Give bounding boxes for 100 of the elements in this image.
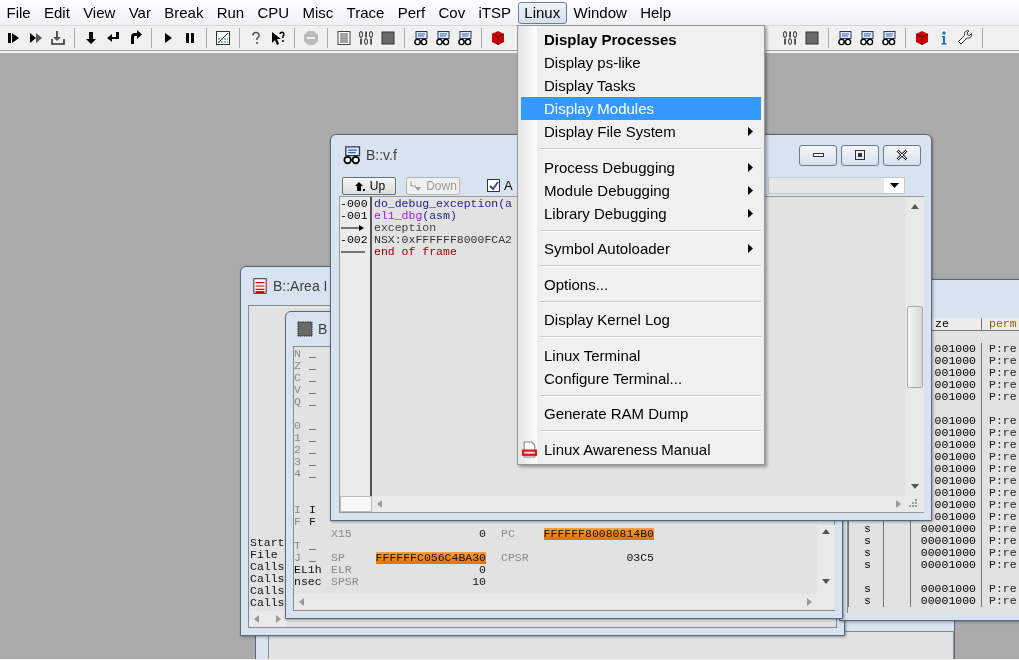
table-cell: 001000 xyxy=(934,438,976,451)
menu-item[interactable]: Options... xyxy=(521,272,761,296)
log-line: File xyxy=(250,549,278,561)
table-cell: P:re xyxy=(989,582,1017,595)
log-line: Start xyxy=(250,537,285,549)
menu-item[interactable]: CPU xyxy=(251,1,296,24)
minimize-button[interactable] xyxy=(799,144,837,166)
menu-item[interactable]: Display Processes xyxy=(521,28,761,51)
flag-name: 3 xyxy=(294,456,301,468)
scrollbar[interactable] xyxy=(906,197,924,496)
table-cell: 001000 xyxy=(934,414,976,427)
menu-item[interactable]: Help xyxy=(633,1,678,24)
register-value: 0 xyxy=(479,528,486,540)
scrollbar[interactable] xyxy=(249,611,286,627)
flag-value: F xyxy=(308,516,316,528)
glasses-icon[interactable] xyxy=(457,30,473,46)
menu-item[interactable]: Display Kernel Log xyxy=(521,308,761,331)
menu-item[interactable]: Symbol Autoloader xyxy=(521,237,761,260)
menu-item[interactable]: Window xyxy=(566,1,634,24)
checkbox[interactable] xyxy=(487,179,500,192)
menu-item[interactable]: Misc xyxy=(296,1,340,24)
table-cell: s xyxy=(864,534,871,547)
cube-icon[interactable] xyxy=(914,30,930,46)
register-value: 03C5 xyxy=(626,552,654,564)
flag-name: Z xyxy=(294,360,301,372)
menu-item[interactable]: Linux xyxy=(517,1,567,24)
flag-value: I xyxy=(308,504,316,516)
menu-item[interactable]: File xyxy=(0,1,38,24)
table-cell: P:re xyxy=(989,558,1017,571)
table-cell: 00001000 xyxy=(920,546,976,559)
table-cell: P:re xyxy=(989,342,1017,355)
glasses-icon[interactable] xyxy=(859,30,875,46)
glasses-icon[interactable] xyxy=(435,30,451,46)
menu-item[interactable]: Display File System xyxy=(521,120,761,143)
table-cell: P:re xyxy=(989,594,1017,607)
menu-item[interactable]: Run xyxy=(210,1,251,24)
menu-item[interactable]: Linux Terminal xyxy=(521,343,761,367)
menu-item[interactable]: Break xyxy=(157,1,210,24)
maximize-icon xyxy=(855,150,865,160)
table-cell: 001000 xyxy=(934,510,976,523)
flag-name: EL1h xyxy=(294,564,322,576)
menu-item[interactable]: Library Debugging xyxy=(521,201,761,225)
menu-item[interactable]: Display Tasks xyxy=(521,74,761,97)
dropdown-arrow-icon xyxy=(888,182,900,189)
table-cell: 00001000 xyxy=(920,558,976,571)
glasses-icon[interactable] xyxy=(837,30,853,46)
menu-item[interactable]: Configure Terminal... xyxy=(521,366,761,390)
table-cell: 001000 xyxy=(934,486,976,499)
arrow-tray-icon[interactable] xyxy=(50,30,66,46)
menu-item[interactable]: Var xyxy=(122,1,158,24)
table-cell: P:re xyxy=(989,414,1017,427)
up-button[interactable]: Up xyxy=(342,176,396,195)
table-cell: s xyxy=(864,582,871,595)
menu-item[interactable]: Trace xyxy=(340,1,391,24)
menu-item[interactable]: Linux Awareness Manual xyxy=(521,437,761,461)
window-title: B::Area I xyxy=(273,278,328,294)
chip-icon xyxy=(296,320,314,338)
scrollbar[interactable] xyxy=(372,496,906,512)
log-line: Calls xyxy=(250,561,285,573)
flag-value: _ xyxy=(308,384,316,396)
line-number: -000 xyxy=(340,198,368,210)
pdf-file-icon xyxy=(521,440,538,458)
table-cell: 001000 xyxy=(934,462,976,475)
table-cell: P:re xyxy=(989,510,1017,523)
binary-icon[interactable] xyxy=(358,30,374,46)
chart-icon[interactable] xyxy=(215,30,231,46)
menu-item[interactable]: View xyxy=(76,1,122,24)
flag-name: 1 xyxy=(294,432,301,444)
binary-icon[interactable] xyxy=(782,30,798,46)
code-line: el1_dbg(asm) xyxy=(374,210,457,222)
chip-icon[interactable] xyxy=(380,30,396,46)
menu-item[interactable]: iTSP xyxy=(472,1,518,24)
menu-item[interactable]: Generate RAM Dump xyxy=(521,402,761,425)
table-cell: P:re xyxy=(989,378,1017,391)
submenu-arrow-icon xyxy=(748,244,753,253)
menu-item[interactable]: Perf xyxy=(391,1,432,24)
scrollbar[interactable] xyxy=(294,594,817,610)
pointer-help-icon[interactable] xyxy=(270,30,286,46)
wrench-icon[interactable] xyxy=(958,30,974,46)
glasses-icon[interactable] xyxy=(413,30,429,46)
menu-item[interactable]: Display ps-like xyxy=(521,51,761,74)
menu-item[interactable]: Cov xyxy=(432,1,472,24)
menu-item[interactable]: Process Debugging xyxy=(521,155,761,179)
table-cell: 001000 xyxy=(934,342,976,355)
table-cell: P:re xyxy=(989,390,1017,403)
chip-icon[interactable] xyxy=(804,30,820,46)
maximize-button[interactable] xyxy=(841,144,879,166)
cube-icon[interactable] xyxy=(490,30,506,46)
step-icon[interactable] xyxy=(28,30,44,46)
table-cell: 001000 xyxy=(934,354,976,367)
menu-item[interactable]: Module Debugging xyxy=(521,178,761,202)
menu-item[interactable]: Edit xyxy=(37,1,77,24)
register-value: 10 xyxy=(472,576,486,588)
flag-value: _ xyxy=(308,348,316,360)
submenu-arrow-icon xyxy=(748,162,753,172)
table-cell: 00001000 xyxy=(920,534,976,547)
flag-name: V xyxy=(294,384,301,396)
glasses-icon[interactable] xyxy=(881,30,897,46)
close-button[interactable] xyxy=(883,144,921,166)
scrollbar[interactable] xyxy=(817,525,835,610)
